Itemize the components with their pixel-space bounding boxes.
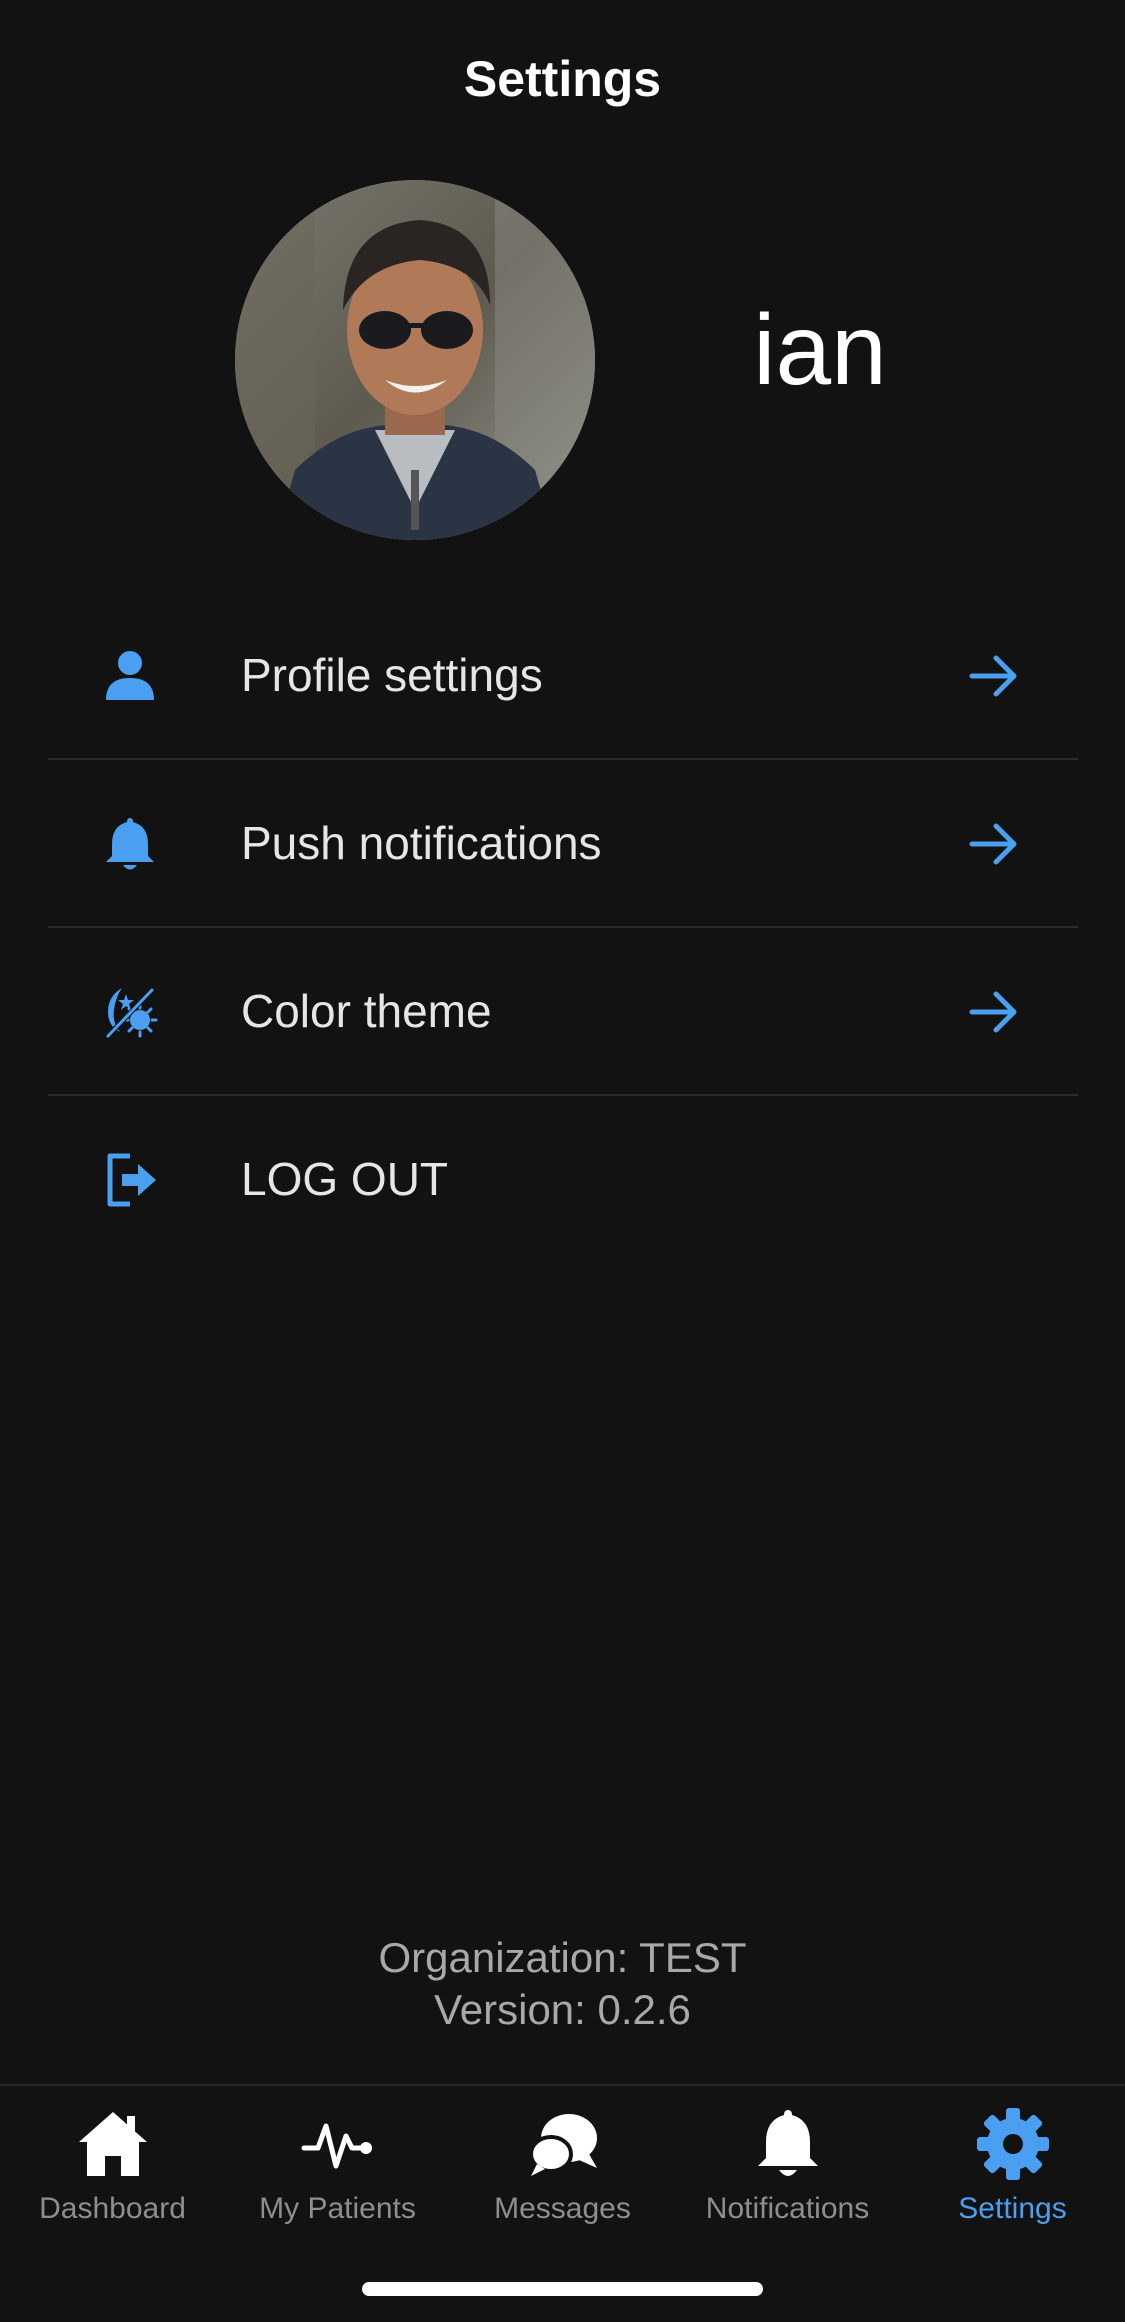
pulse-icon: [301, 2123, 372, 2169]
logout-icon: [107, 1153, 156, 1207]
menu-item-push-notifications[interactable]: Push notifications: [48, 760, 1078, 928]
menu-item-log-out[interactable]: LOG OUT: [48, 1096, 1078, 1264]
tab-dashboard[interactable]: Dashboard: [0, 2104, 225, 2244]
home-indicator[interactable]: [362, 2282, 763, 2296]
menu-item-label: Color theme: [241, 985, 492, 1037]
app-info: Organization: TEST Version: 0.2.6: [0, 1932, 1125, 2036]
chat-icon: [528, 2114, 597, 2176]
arrow-right-icon: [969, 655, 1017, 697]
arrow-right-icon: [969, 991, 1017, 1033]
tab-notifications[interactable]: Notifications: [675, 2104, 900, 2244]
tab-messages[interactable]: Messages: [450, 2104, 675, 2244]
tab-label: Notifications: [705, 2192, 870, 2225]
tab-label: Dashboard: [39, 2192, 186, 2225]
bell-icon: [757, 2110, 818, 2176]
menu-item-profile-settings[interactable]: Profile settings: [48, 592, 1078, 760]
tab-label: My Patients: [259, 2192, 416, 2225]
page-title: Settings: [463, 51, 662, 107]
gear-icon: [976, 2108, 1049, 2180]
settings-menu: Profile settings Push notifications Colo…: [48, 592, 1078, 1264]
menu-item-color-theme[interactable]: Color theme: [48, 928, 1078, 1096]
user-name: ian: [753, 294, 887, 406]
version-text: Version: 0.2.6: [434, 1986, 691, 2033]
settings-screen: Settings ian Profile settings Push notif…: [0, 0, 1125, 2322]
tab-my-patients[interactable]: My Patients: [225, 2104, 450, 2244]
tab-label: Settings: [958, 2192, 1067, 2225]
tab-settings[interactable]: Settings: [900, 2104, 1125, 2244]
bell-icon: [106, 818, 154, 870]
avatar-photo: [235, 180, 595, 540]
menu-item-label: Profile settings: [241, 649, 543, 701]
avatar[interactable]: [235, 180, 595, 540]
tab-label: Messages: [494, 2192, 631, 2225]
menu-item-label: Push notifications: [241, 817, 602, 869]
organization-text: Organization: TEST: [378, 1934, 747, 1981]
home-icon: [78, 2112, 147, 2176]
theme-icon: [104, 986, 158, 1040]
arrow-right-icon: [969, 823, 1017, 865]
person-icon: [106, 651, 154, 700]
menu-item-label: LOG OUT: [241, 1153, 449, 1205]
